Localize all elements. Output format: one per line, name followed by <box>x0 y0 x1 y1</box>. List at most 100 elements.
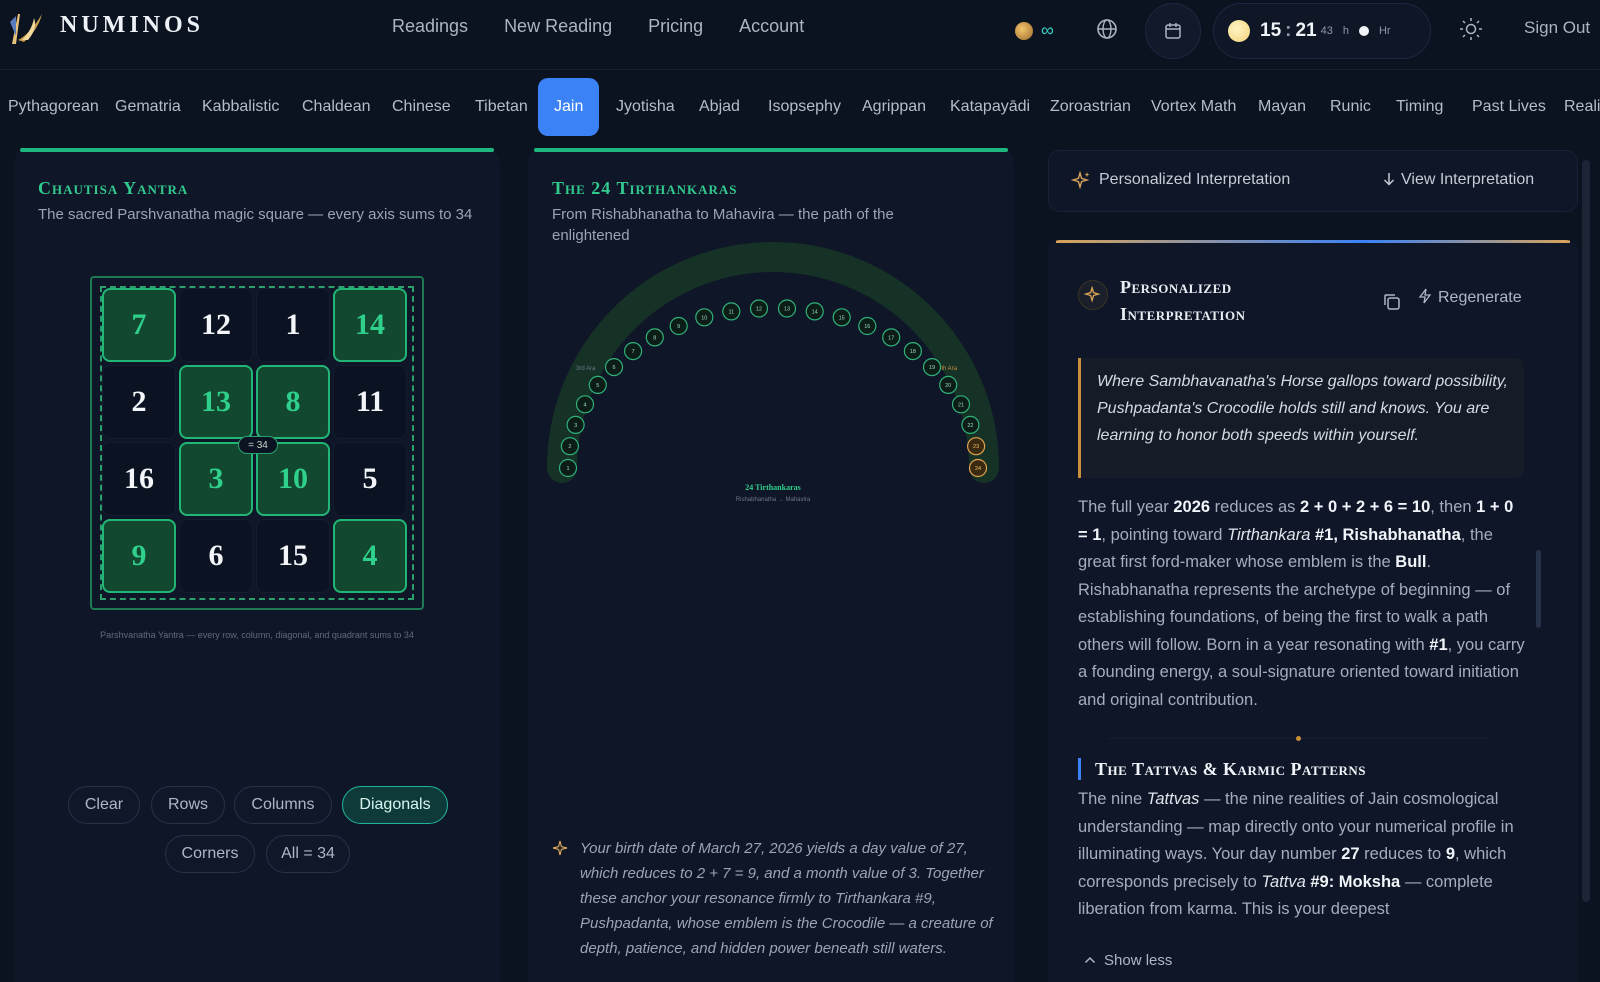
brand-name[interactable]: NUMINOS <box>60 12 204 39</box>
tirthankara-node-label: 23 <box>973 444 979 450</box>
tirthankara-node-label: 3 <box>574 423 577 429</box>
tirthankara-node-label: 24 <box>975 466 981 472</box>
sparkles-icon <box>1084 286 1101 303</box>
tab-chinese[interactable]: Chinese <box>384 78 459 136</box>
sun-theme-icon[interactable] <box>1458 16 1484 42</box>
tab-mayan[interactable]: Mayan <box>1250 78 1314 136</box>
tab-timing[interactable]: Timing <box>1388 78 1451 136</box>
interpretation-paragraph-2: The nine Tattvas — the nine realities of… <box>1078 790 1514 918</box>
rows-button[interactable]: Rows <box>151 786 225 824</box>
tirthankara-arc: 3rd Ara 4th Ara 24 Tirthankaras Rishabha… <box>547 242 999 503</box>
tirthankara-node-label: 19 <box>929 365 935 371</box>
clock-minute: 21 <box>1295 20 1317 41</box>
main-nav: Readings New Reading Pricing Account <box>392 16 840 37</box>
tab-isopsephy[interactable]: Isopsephy <box>760 78 849 136</box>
numerology-system-tabs: Pythagorean Gematria Kabbalistic Chaldea… <box>0 78 1600 136</box>
diagonals-button[interactable]: Diagonals <box>342 786 448 824</box>
yantra-cell[interactable]: 1 <box>256 288 330 362</box>
yantra-cell[interactable]: 5 <box>333 442 407 516</box>
nav-readings[interactable]: Readings <box>392 16 468 37</box>
clock-toggle-dot[interactable] <box>1358 26 1369 36</box>
interpretation-bar-label: Personalized Interpretation <box>1099 171 1291 188</box>
tab-jain[interactable]: Jain <box>538 78 600 136</box>
tab-abjad[interactable]: Abjad <box>691 78 748 136</box>
top-navigation: NUMINOS Readings New Reading Pricing Acc… <box>0 0 1600 70</box>
tirthankara-node-label: 20 <box>945 383 951 389</box>
clock-widget[interactable]: 15:21 43 h Hr <box>1213 3 1431 59</box>
tab-reali[interactable]: Reali <box>1556 78 1600 136</box>
birth-date-note: Your birth date of March 27, 2026 yields… <box>552 836 1004 961</box>
yantra-cell[interactable]: 15 <box>256 519 330 593</box>
tattvas-section-heading: The Tattvas & Karmic Patterns <box>1078 758 1366 780</box>
tirthankara-node-label: 12 <box>756 307 762 313</box>
corners-button[interactable]: Corners <box>165 835 255 873</box>
yantra-cell[interactable]: 9 <box>102 519 176 593</box>
interpretation-quote: Where Sambhavanatha's Horse gallops towa… <box>1078 358 1524 478</box>
tirthankara-node-label: 7 <box>632 349 635 355</box>
tirthankara-node-label: 13 <box>784 307 790 313</box>
all-34-button[interactable]: All = 34 <box>266 835 350 873</box>
tirthankara-node-label: 4 <box>583 402 586 408</box>
yantra-subtitle: The sacred Parshvanatha magic square — e… <box>38 206 473 223</box>
numinos-logo-icon[interactable] <box>8 10 44 46</box>
yantra-cell[interactable]: 7 <box>102 288 176 362</box>
tab-pythagorean[interactable]: Pythagorean <box>0 78 107 136</box>
tirthankara-node-label: 10 <box>701 315 707 321</box>
yantra-cell[interactable]: 12 <box>179 288 253 362</box>
tab-vortex-math[interactable]: Vortex Math <box>1143 78 1244 136</box>
tab-past-lives[interactable]: Past Lives <box>1464 78 1554 136</box>
tirthankara-node-label: 5 <box>596 383 599 389</box>
tirthankara-node-label: 8 <box>653 335 656 341</box>
page-scrollbar[interactable] <box>1582 160 1590 902</box>
card-accent-line <box>1056 240 1570 243</box>
clock-time: 15:21 <box>1260 20 1317 41</box>
coin-icon <box>1015 21 1033 40</box>
tirthankara-node-label: 21 <box>958 402 964 408</box>
regenerate-button[interactable]: Regenerate <box>1418 288 1522 307</box>
calendar-button[interactable] <box>1145 3 1201 59</box>
tirthankara-node-label: 6 <box>612 365 615 371</box>
regenerate-label: Regenerate <box>1438 289 1522 306</box>
yantra-cell[interactable]: 11 <box>333 365 407 439</box>
yantra-cell[interactable]: 16 <box>102 442 176 516</box>
yantra-cell[interactable]: 2 <box>102 365 176 439</box>
yantra-cell[interactable]: 3 <box>179 442 253 516</box>
arc-center-subtitle: Rishabhanatha → Mahavira <box>736 497 811 503</box>
tab-tibetan[interactable]: Tibetan <box>467 78 536 136</box>
copy-icon[interactable] <box>1382 292 1402 312</box>
show-less-label: Show less <box>1104 952 1173 969</box>
columns-button[interactable]: Columns <box>234 786 332 824</box>
tirthankara-node-label: 11 <box>728 309 734 315</box>
tab-jyotisha[interactable]: Jyotisha <box>608 78 683 136</box>
view-interpretation-link[interactable]: View Interpretation <box>1383 171 1534 189</box>
lightning-icon <box>1418 288 1432 304</box>
arc-track <box>547 242 999 483</box>
yantra-cell[interactable]: 8 <box>256 365 330 439</box>
globe-icon[interactable] <box>1094 16 1120 42</box>
tab-kabbalistic[interactable]: Kabbalistic <box>194 78 287 136</box>
interpretation-card: Personalized Interpretation Regenerate W… <box>1048 240 1578 982</box>
yantra-cell[interactable]: 13 <box>179 365 253 439</box>
tab-zoroastrian[interactable]: Zoroastrian <box>1042 78 1139 136</box>
tab-gematria[interactable]: Gematria <box>107 78 189 136</box>
show-less-toggle[interactable]: Show less <box>1084 952 1172 969</box>
tab-runic[interactable]: Runic <box>1322 78 1379 136</box>
clear-button[interactable]: Clear <box>68 786 140 824</box>
clock-unit-hr: Hr <box>1378 25 1391 37</box>
tab-chaldean[interactable]: Chaldean <box>294 78 379 136</box>
nav-new-reading[interactable]: New Reading <box>504 16 612 37</box>
nav-pricing[interactable]: Pricing <box>648 16 703 37</box>
tab-agrippan[interactable]: Agrippan <box>854 78 934 136</box>
nav-account[interactable]: Account <box>739 16 804 37</box>
tab-katapayadi[interactable]: Katapayādi <box>942 78 1038 136</box>
yantra-cell[interactable]: 6 <box>179 519 253 593</box>
sign-out-link[interactable]: Sign Out <box>1524 18 1590 38</box>
yantra-cell[interactable]: 4 <box>333 519 407 593</box>
credits-indicator[interactable]: ∞ <box>1015 20 1054 41</box>
yantra-cell[interactable]: 14 <box>333 288 407 362</box>
clock-seconds: 43 <box>1320 25 1333 37</box>
yantra-sum-badge: = 34 <box>238 436 278 454</box>
card-scrollbar-thumb[interactable] <box>1536 550 1541 628</box>
tirthankara-node-label: 15 <box>839 315 845 321</box>
calendar-icon <box>1165 23 1181 39</box>
